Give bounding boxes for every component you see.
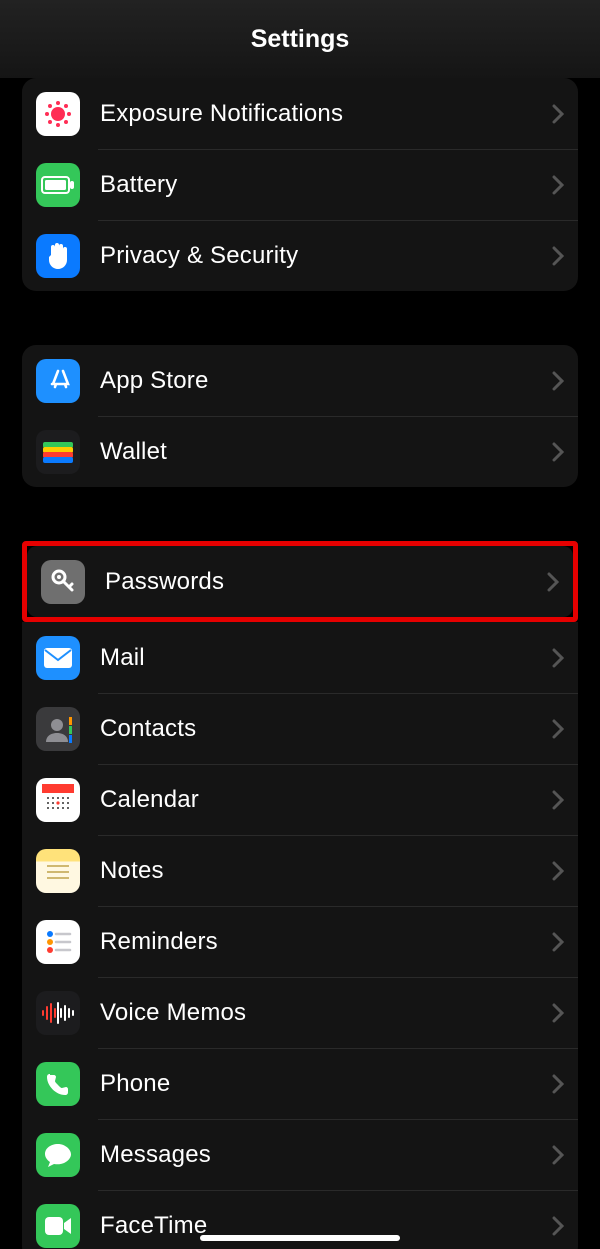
settings-group-system: Exposure Notifications Battery Privacy &… <box>22 78 578 291</box>
chevron-right-icon <box>538 648 578 668</box>
row-app-store[interactable]: App Store <box>22 345 578 416</box>
chevron-right-icon <box>538 1003 578 1023</box>
chevron-right-icon <box>538 442 578 462</box>
row-label: Battery <box>80 171 538 199</box>
row-label: Mail <box>80 644 538 672</box>
phone-icon <box>36 1062 80 1106</box>
contacts-icon <box>36 707 80 751</box>
reminders-icon <box>36 920 80 964</box>
chevron-right-icon <box>538 104 578 124</box>
chevron-right-icon <box>538 175 578 195</box>
calendar-icon <box>36 778 80 822</box>
row-wallet[interactable]: Wallet <box>22 416 578 487</box>
row-calendar[interactable]: Calendar <box>22 764 578 835</box>
chevron-right-icon <box>538 790 578 810</box>
settings-scroll[interactable]: Exposure Notifications Battery Privacy &… <box>0 78 600 1249</box>
chevron-right-icon <box>538 932 578 952</box>
page-title: Settings <box>251 25 350 54</box>
chevron-right-icon <box>538 246 578 266</box>
highlight-passwords: Passwords <box>22 541 578 622</box>
row-label: Reminders <box>80 928 538 956</box>
chevron-right-icon <box>533 572 573 592</box>
row-reminders[interactable]: Reminders <box>22 906 578 977</box>
row-label: Wallet <box>80 438 538 466</box>
hand-icon <box>36 234 80 278</box>
app-store-icon <box>36 359 80 403</box>
row-phone[interactable]: Phone <box>22 1048 578 1119</box>
row-label: Privacy & Security <box>80 242 538 270</box>
notes-icon <box>36 849 80 893</box>
chevron-right-icon <box>538 371 578 391</box>
key-icon <box>41 560 85 604</box>
row-label: Exposure Notifications <box>80 100 538 128</box>
settings-group-store: App Store Wallet <box>22 345 578 487</box>
row-label: Contacts <box>80 715 538 743</box>
messages-icon <box>36 1133 80 1177</box>
row-label: Phone <box>80 1070 538 1098</box>
row-battery[interactable]: Battery <box>22 149 578 220</box>
row-voice-memos[interactable]: Voice Memos <box>22 977 578 1048</box>
row-label: Passwords <box>85 568 533 596</box>
settings-group-passwords: Passwords <box>27 546 573 617</box>
chevron-right-icon <box>538 1216 578 1236</box>
row-messages[interactable]: Messages <box>22 1119 578 1190</box>
row-label: App Store <box>80 367 538 395</box>
chevron-right-icon <box>538 1145 578 1165</box>
wallet-icon <box>36 430 80 474</box>
row-label: Messages <box>80 1141 538 1169</box>
row-exposure-notifications[interactable]: Exposure Notifications <box>22 78 578 149</box>
row-contacts[interactable]: Contacts <box>22 693 578 764</box>
exposure-icon <box>36 92 80 136</box>
row-notes[interactable]: Notes <box>22 835 578 906</box>
chevron-right-icon <box>538 861 578 881</box>
mail-icon <box>36 636 80 680</box>
voice-memos-icon <box>36 991 80 1035</box>
row-passwords[interactable]: Passwords <box>27 546 573 617</box>
chevron-right-icon <box>538 1074 578 1094</box>
battery-icon <box>36 163 80 207</box>
row-privacy-security[interactable]: Privacy & Security <box>22 220 578 291</box>
row-mail[interactable]: Mail <box>22 622 578 693</box>
nav-bar: Settings <box>0 0 600 78</box>
row-label: Voice Memos <box>80 999 538 1027</box>
row-label: Calendar <box>80 786 538 814</box>
row-label: Notes <box>80 857 538 885</box>
settings-group-apps: Mail Contacts Calendar Notes <box>22 622 578 1249</box>
home-indicator[interactable] <box>200 1235 400 1241</box>
facetime-icon <box>36 1204 80 1248</box>
chevron-right-icon <box>538 719 578 739</box>
